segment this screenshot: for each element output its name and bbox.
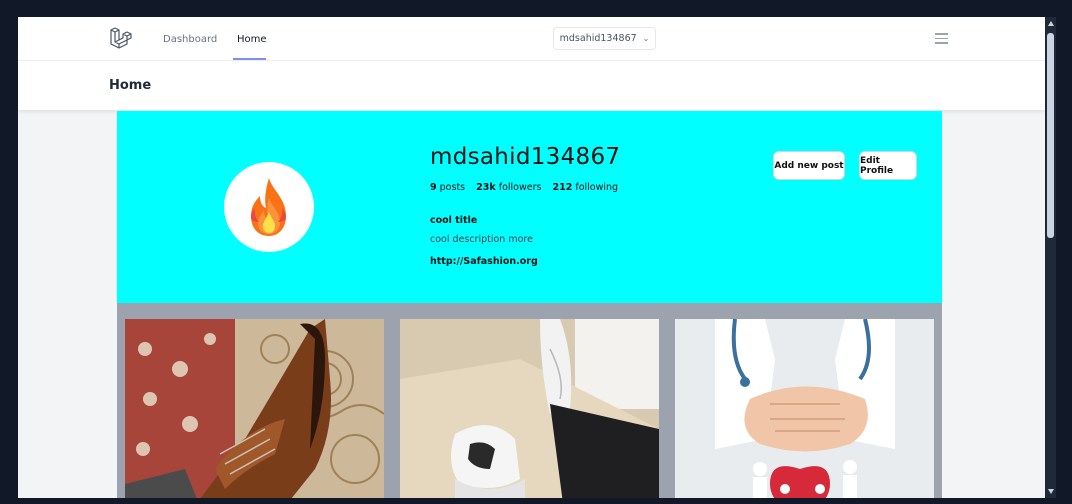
followers-label: followers — [498, 182, 542, 193]
scroll-down-icon[interactable] — [1048, 489, 1054, 494]
doctor-hands-photo — [675, 319, 934, 498]
page-header: Home — [18, 61, 1045, 110]
followers-count: 23k — [476, 182, 496, 193]
profile-username: mdsahid134867 — [430, 144, 621, 170]
white-sneaker-photo — [400, 319, 659, 498]
user-dropdown-label: mdsahid134867 — [559, 33, 637, 44]
following-count: 212 — [552, 182, 573, 193]
chevron-down-icon: ⌄ — [642, 34, 650, 43]
nav-link-dashboard[interactable]: Dashboard — [163, 34, 217, 45]
brown-shoe-photo — [125, 319, 384, 498]
bio-description: cool description more — [430, 234, 533, 245]
posts-label: posts — [439, 182, 466, 193]
bio-link[interactable]: http://Safashion.org — [430, 256, 538, 267]
bio-title: cool title — [430, 215, 478, 226]
profile-stats: 9 posts 23k followers 212 following — [430, 182, 618, 193]
vertical-scrollbar[interactable] — [1045, 17, 1056, 498]
posts-grid — [117, 303, 942, 498]
scrollbar-thumb[interactable] — [1047, 33, 1054, 238]
add-new-post-button[interactable]: Add new post — [773, 151, 845, 180]
laravel-logo-icon[interactable] — [109, 26, 133, 50]
posts-count: 9 — [430, 182, 437, 193]
browser-viewport: Dashboard Home mdsahid134867 ⌄ Home mdsa… — [18, 17, 1045, 498]
post-thumbnail[interactable] — [125, 319, 384, 498]
top-navigation: Dashboard Home mdsahid134867 ⌄ — [18, 17, 1045, 61]
nav-link-home[interactable]: Home — [237, 34, 267, 45]
hamburger-menu-icon[interactable] — [935, 33, 948, 44]
post-thumbnail[interactable] — [675, 319, 934, 498]
user-dropdown[interactable]: mdsahid134867 ⌄ — [553, 27, 656, 50]
avatar[interactable] — [224, 162, 314, 252]
page-title: Home — [109, 78, 152, 93]
scroll-up-icon[interactable] — [1048, 21, 1054, 26]
active-nav-indicator — [233, 58, 266, 60]
profile-banner: mdsahid134867 9 posts 23k followers 212 … — [117, 111, 942, 303]
fire-icon — [251, 178, 286, 236]
post-thumbnail[interactable] — [400, 319, 659, 498]
edit-profile-button[interactable]: Edit Profile — [859, 151, 917, 180]
following-label: following — [575, 182, 619, 193]
